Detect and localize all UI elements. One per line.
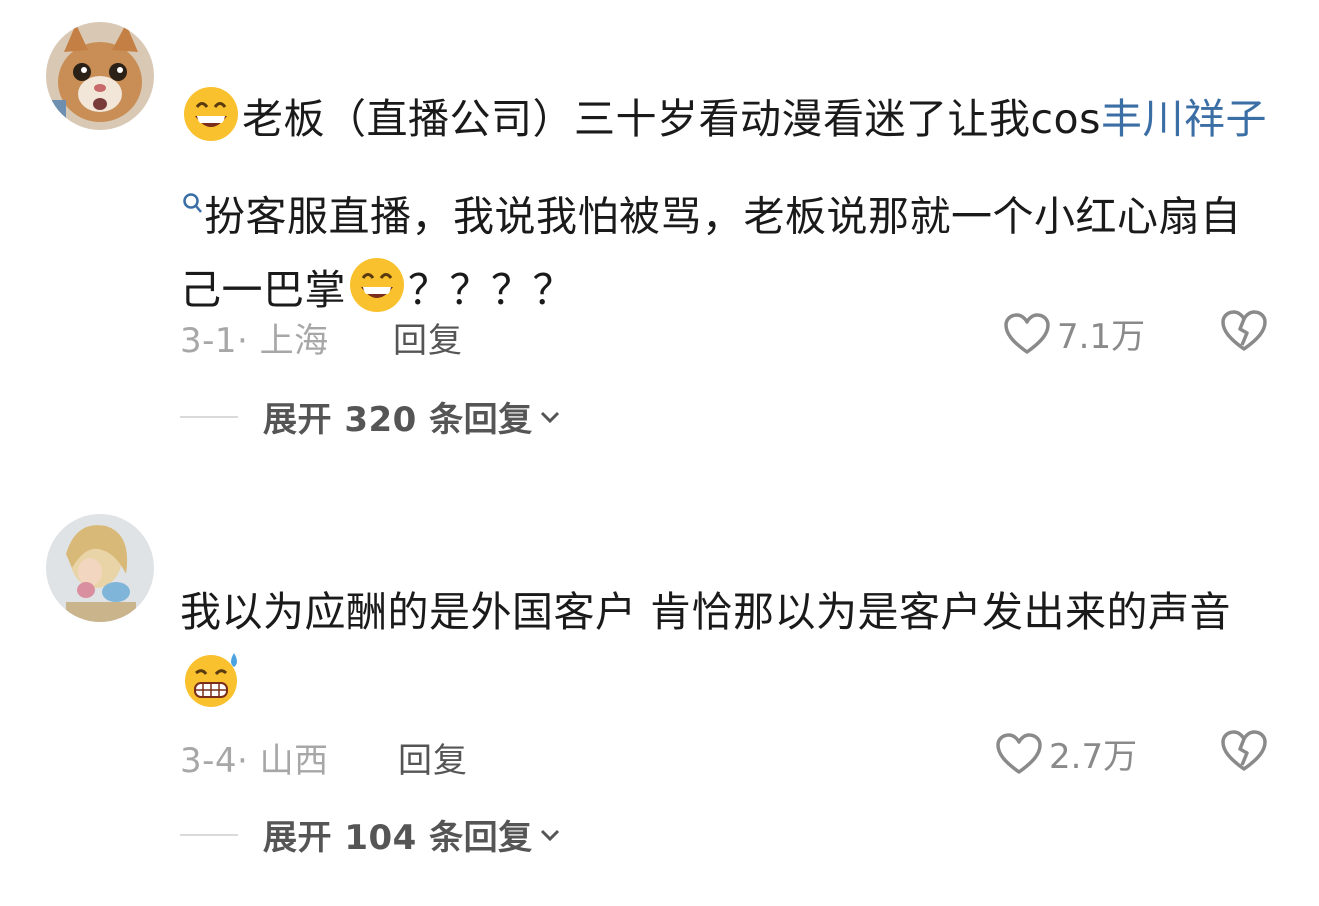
comment-item: 我以为应酬的是外国客户 肯恰那以为是客户发出来的声音 3-4· 山西 回复 2.… xyxy=(0,480,1319,906)
expand-replies[interactable]: 展开 320 条回复 xyxy=(180,392,561,441)
comment-location: 上海 xyxy=(259,321,329,361)
like-count: 7.1万 xyxy=(1057,317,1146,357)
grin-sweat-emoji-icon xyxy=(182,651,242,732)
comment-meta: 3-1· 上海 xyxy=(180,321,329,361)
cat-avatar-icon xyxy=(46,22,154,130)
search-icon[interactable] xyxy=(182,166,204,239)
comment-date: 3-4 xyxy=(180,741,238,781)
expand-replies-label: 展开 104 条回复 xyxy=(263,818,533,858)
comment-text-part: 我以为应酬的是外国客户 肯恰那以为是客户发出来的声音 xyxy=(180,588,1232,636)
divider xyxy=(180,415,238,418)
grinning-emoji-icon xyxy=(182,85,240,166)
comment-date: 3-1 xyxy=(180,321,238,361)
dislike-button[interactable] xyxy=(1220,729,1268,777)
chevron-down-icon xyxy=(540,411,559,423)
expand-replies-label: 展开 320 条回复 xyxy=(263,400,533,440)
avatar[interactable] xyxy=(46,22,154,130)
like-button[interactable]: 7.1万 xyxy=(1003,309,1145,358)
broken-heart-icon xyxy=(1221,730,1267,771)
comment-text: 老板（直播公司）三十岁看动漫看迷了让我cos丰川祥子扮客服直播，我说我怕被骂，老… xyxy=(180,83,1275,337)
comment-text: 我以为应酬的是外国客户 肯恰那以为是客户发出来的声音 xyxy=(180,576,1275,732)
hashtag-link[interactable]: 丰川祥子 xyxy=(1101,95,1267,143)
avatar[interactable] xyxy=(46,514,154,622)
comment-text-part: 老板（直播公司）三十岁看动漫看迷了让我cos xyxy=(242,95,1101,143)
heart-outline-icon xyxy=(996,732,1042,774)
like-count: 2.7万 xyxy=(1049,737,1138,777)
comment-text-part: ？？？？ xyxy=(408,265,574,314)
comment-item: 老板（直播公司）三十岁看动漫看迷了让我cos丰川祥子扮客服直播，我说我怕被骂，老… xyxy=(0,0,1319,480)
person-avatar-icon xyxy=(46,514,154,622)
comment-location: 山西 xyxy=(259,741,329,781)
broken-heart-icon xyxy=(1221,310,1267,351)
comment-text-part: 扮客服直播，我说我怕被骂，老板说那就一个小红心扇自己一巴掌 xyxy=(180,192,1242,314)
divider xyxy=(180,833,238,836)
heart-outline-icon xyxy=(1004,312,1050,354)
comment-meta: 3-4· 山西 xyxy=(180,741,329,781)
chevron-down-icon xyxy=(540,829,559,841)
expand-replies[interactable]: 展开 104 条回复 xyxy=(180,810,561,859)
dislike-button[interactable] xyxy=(1220,309,1268,357)
like-button[interactable]: 2.7万 xyxy=(995,729,1137,778)
reply-button[interactable]: 回复 xyxy=(393,313,463,362)
reply-button[interactable]: 回复 xyxy=(398,733,468,782)
